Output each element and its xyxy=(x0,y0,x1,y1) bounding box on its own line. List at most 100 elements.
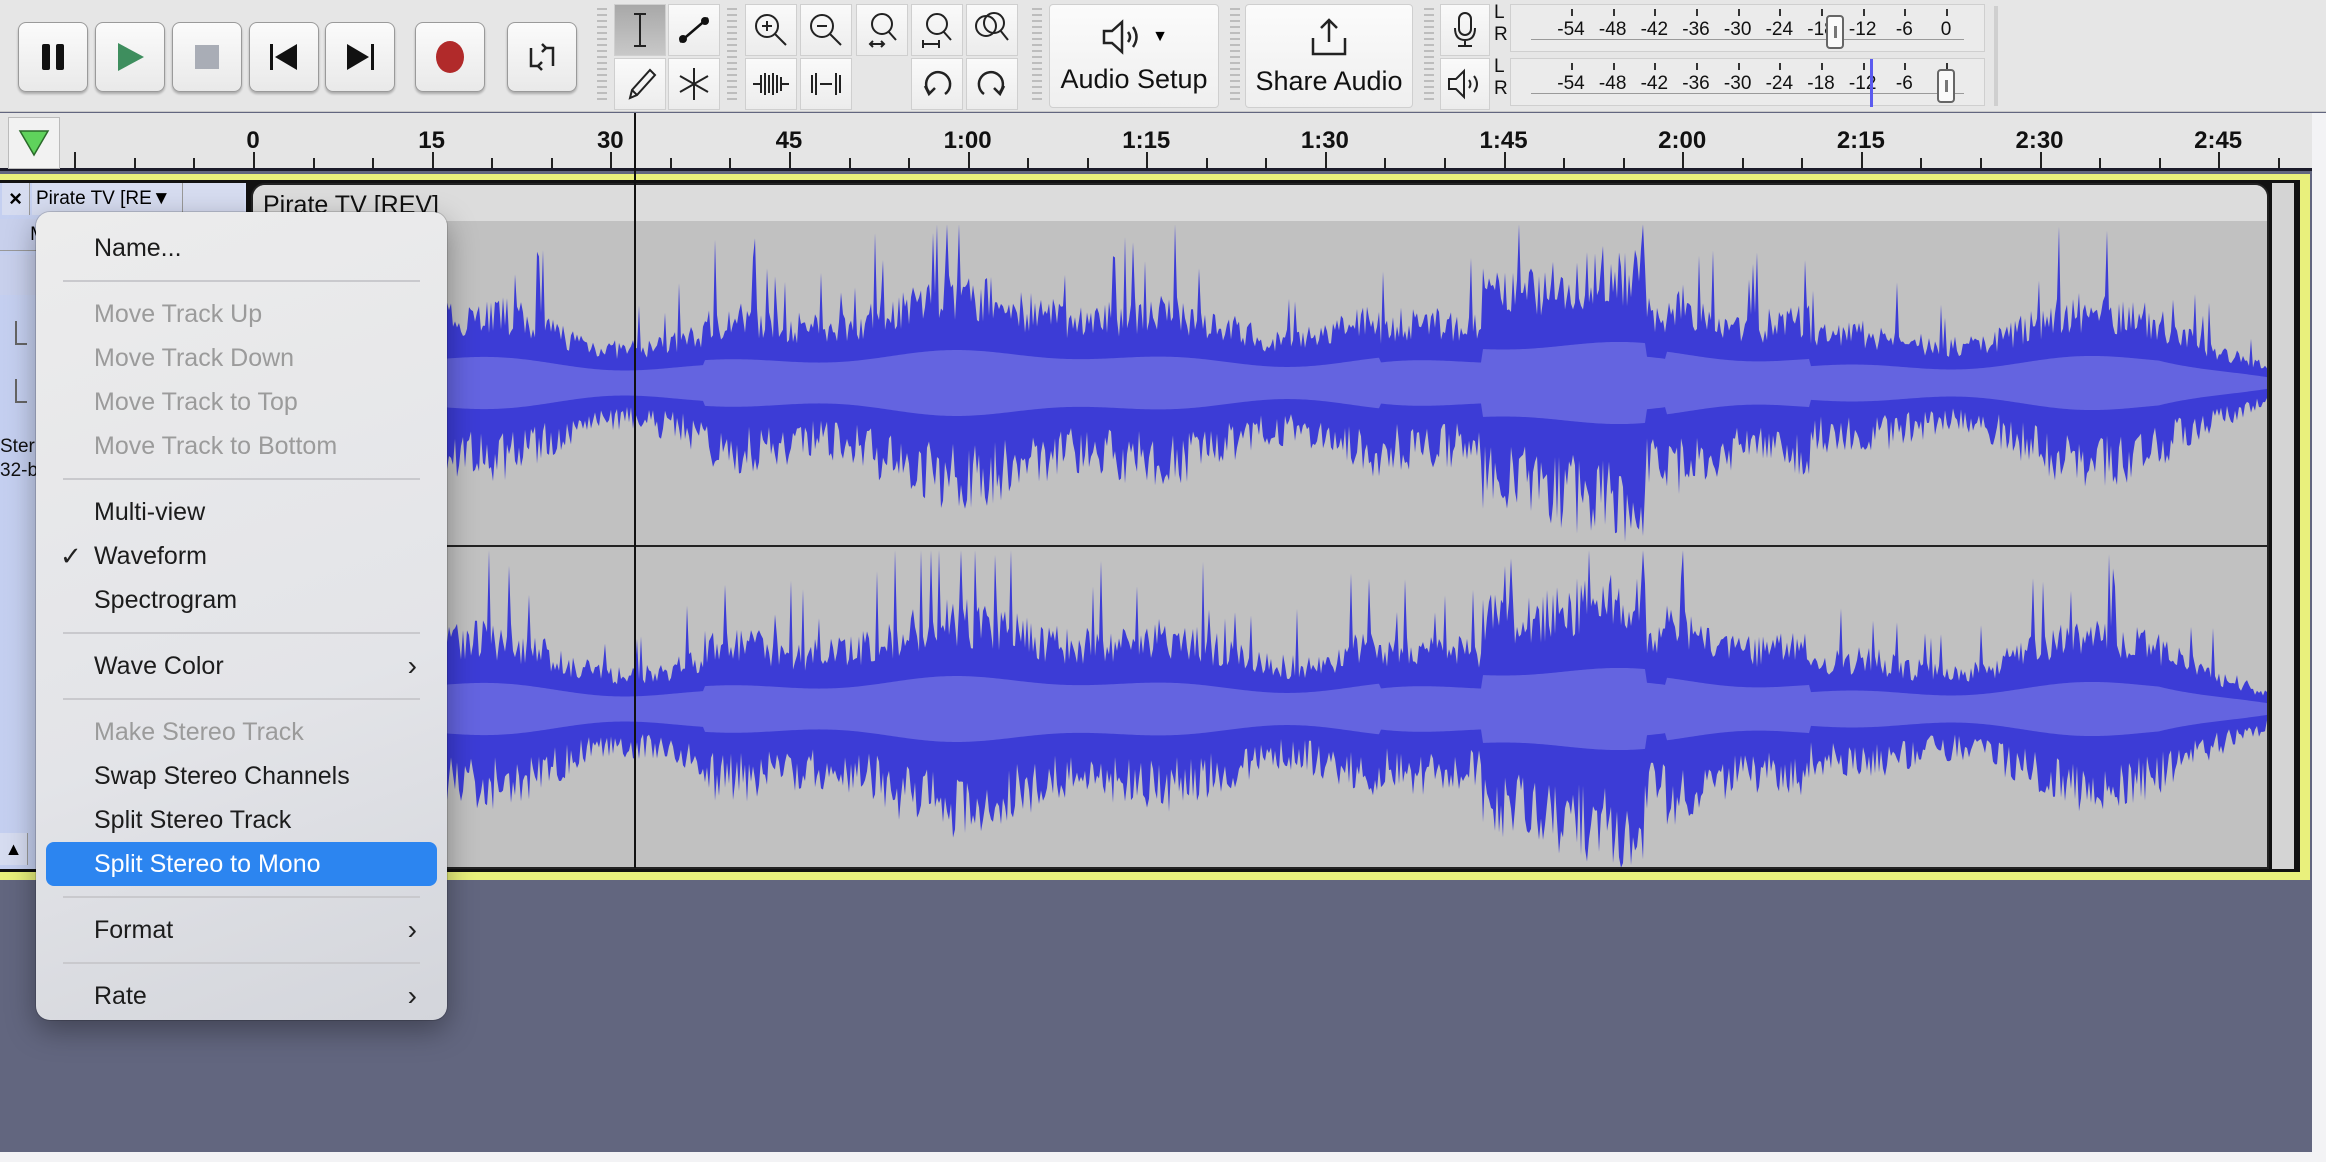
menu-item-label: Name... xyxy=(94,234,182,262)
menu-item-label: Move Track Up xyxy=(94,300,263,328)
ruler-label: 1:45 xyxy=(1479,127,1528,154)
meter-scale-label: -6 xyxy=(1895,19,1913,40)
meter-tick xyxy=(1612,9,1615,16)
play-button[interactable] xyxy=(95,22,165,92)
timeline-options-button[interactable] xyxy=(8,117,60,169)
track-menu-button[interactable]: Pirate TV [RE▼ xyxy=(32,183,182,215)
track-header-spacer xyxy=(182,183,244,215)
envelope-tool-button[interactable] xyxy=(668,4,720,56)
menu-item-wave-color[interactable]: Wave Color › xyxy=(46,644,437,688)
meter-tick xyxy=(1612,63,1615,70)
ruler-label: 2:15 xyxy=(1836,127,1885,154)
skip-to-start-button[interactable] xyxy=(249,22,319,92)
audio-setup-button[interactable]: ▼ Audio Setup xyxy=(1049,4,1219,108)
meter-tick xyxy=(1821,9,1823,16)
track-end-margin xyxy=(2272,183,2294,869)
vertical-scrollbar[interactable] xyxy=(2312,113,2326,1153)
meter-scale-label: -36 xyxy=(1682,19,1710,40)
horizontal-scrollbar[interactable] xyxy=(0,1152,2326,1162)
ruler-label: 30 xyxy=(596,127,624,154)
meter-tick xyxy=(1904,9,1907,16)
menu-separator xyxy=(63,698,420,700)
close-track-button[interactable]: × xyxy=(2,183,30,215)
menu-item-multi-view[interactable]: Multi-view xyxy=(46,490,437,534)
selection-tool-button[interactable] xyxy=(614,4,666,56)
toolbar-grip[interactable] xyxy=(1032,8,1042,104)
ruler-tick xyxy=(1622,158,1625,168)
menu-item-move-track-to-bottom: Move Track to Bottom xyxy=(46,424,437,468)
timeline-ruler[interactable]: 0 15 30 45 1:00 1:15 1:30 1:45 2:00 2:15 2:30 2:45 xyxy=(0,113,2326,171)
ruler-tick xyxy=(669,158,672,168)
multi-tool-button[interactable] xyxy=(668,58,720,110)
fit-selection-button[interactable] xyxy=(856,4,908,56)
share-audio-button[interactable]: Share Audio xyxy=(1245,4,1413,108)
waveform-left-channel[interactable] xyxy=(253,221,2267,545)
ruler-tick xyxy=(74,152,77,168)
menu-item-swap-stereo-channels[interactable]: Swap Stereo Channels xyxy=(46,754,437,798)
zoom-in-button[interactable] xyxy=(745,4,797,56)
ruler-tick xyxy=(1086,158,1089,168)
record-meter-button[interactable] xyxy=(1440,4,1490,56)
meter-level-slider[interactable] xyxy=(1825,15,1844,49)
menu-item-name[interactable]: Name... xyxy=(46,226,437,270)
redo-button[interactable] xyxy=(966,58,1018,110)
audacity-window: ▼ Audio Setup Share Audio LR LR -54 -48 -4… xyxy=(0,0,2326,1162)
playback-meter[interactable]: -54-48-42-36-30-24-18-12-60 xyxy=(1510,58,1985,107)
pencil-icon xyxy=(628,68,657,100)
menu-item-split-stereo-to-mono[interactable]: Split Stereo to Mono xyxy=(46,842,437,886)
trim-audio-button[interactable] xyxy=(745,58,797,110)
collapse-track-button[interactable]: ▲ xyxy=(0,833,28,865)
menu-item-format[interactable]: Format › xyxy=(46,908,437,952)
meter-tick xyxy=(1571,63,1573,70)
record-button[interactable] xyxy=(415,22,485,92)
gain-slider[interactable] xyxy=(15,321,27,345)
meter-tick xyxy=(1904,63,1907,70)
draw-tool-button[interactable] xyxy=(614,58,666,110)
toolbar-grip[interactable] xyxy=(727,8,737,104)
ruler-tick xyxy=(1265,158,1268,168)
menu-item-make-stereo-track: Make Stereo Track xyxy=(46,710,437,754)
playback-meter-button[interactable] xyxy=(1440,58,1490,110)
record-icon xyxy=(436,41,464,73)
ruler-label: 2:45 xyxy=(2194,127,2243,154)
undo-button[interactable] xyxy=(911,58,963,110)
zoom-out-button[interactable] xyxy=(800,4,852,56)
speaker-icon xyxy=(1102,18,1138,55)
silence-audio-button[interactable] xyxy=(800,58,852,110)
menu-item-split-stereo-track[interactable]: Split Stereo Track xyxy=(46,798,437,842)
ruler-tick xyxy=(2099,158,2102,168)
toolbar-grip[interactable] xyxy=(1424,8,1434,104)
stop-button[interactable] xyxy=(172,22,242,92)
ruler-tick xyxy=(1563,158,1566,168)
menu-item-label: Move Track Down xyxy=(94,344,295,372)
toolbar-grip[interactable] xyxy=(1230,8,1240,104)
meter-tick xyxy=(1654,63,1657,70)
menu-item-spectrogram[interactable]: Spectrogram xyxy=(46,578,437,622)
menu-item-rate[interactable]: Rate › xyxy=(46,974,437,1018)
fit-project-icon xyxy=(922,13,952,48)
ruler-label: 1:00 xyxy=(943,127,992,154)
meter-tick xyxy=(1571,9,1573,16)
meter-scale-label: -24 xyxy=(1765,19,1794,40)
menu-item-waveform[interactable]: Waveform ✓ xyxy=(46,534,437,578)
pause-button[interactable] xyxy=(18,22,88,92)
meter-level-slider[interactable] xyxy=(1937,69,1955,103)
loop-button[interactable] xyxy=(507,22,577,92)
waveform-right-channel[interactable] xyxy=(253,547,2267,869)
toolbar-divider xyxy=(1994,6,1998,106)
record-channel-labels: LR xyxy=(1494,2,1508,45)
pan-slider[interactable] xyxy=(15,379,27,403)
ruler-tick xyxy=(2218,152,2221,168)
menu-separator xyxy=(63,962,420,964)
clip-title[interactable]: Pirate TV [REV] xyxy=(253,185,2267,221)
ruler-label: 1:30 xyxy=(1300,127,1349,154)
toolbar: ▼ Audio Setup Share Audio LR LR -54 -48 -4… xyxy=(0,0,2326,112)
dropdown-arrow-icon: ▼ xyxy=(1152,27,1168,45)
toolbar-grip[interactable] xyxy=(597,8,607,104)
skip-to-end-button[interactable] xyxy=(325,22,395,92)
fit-project-button[interactable] xyxy=(911,4,963,56)
record-meter[interactable]: -54 -48 -42 -36 -30 -24 -18 -12 -6 0 xyxy=(1510,4,1985,52)
zoom-toggle-button[interactable] xyxy=(966,4,1018,56)
trim-icon xyxy=(753,73,789,95)
audio-clip[interactable]: Pirate TV [REV] xyxy=(251,183,2269,869)
